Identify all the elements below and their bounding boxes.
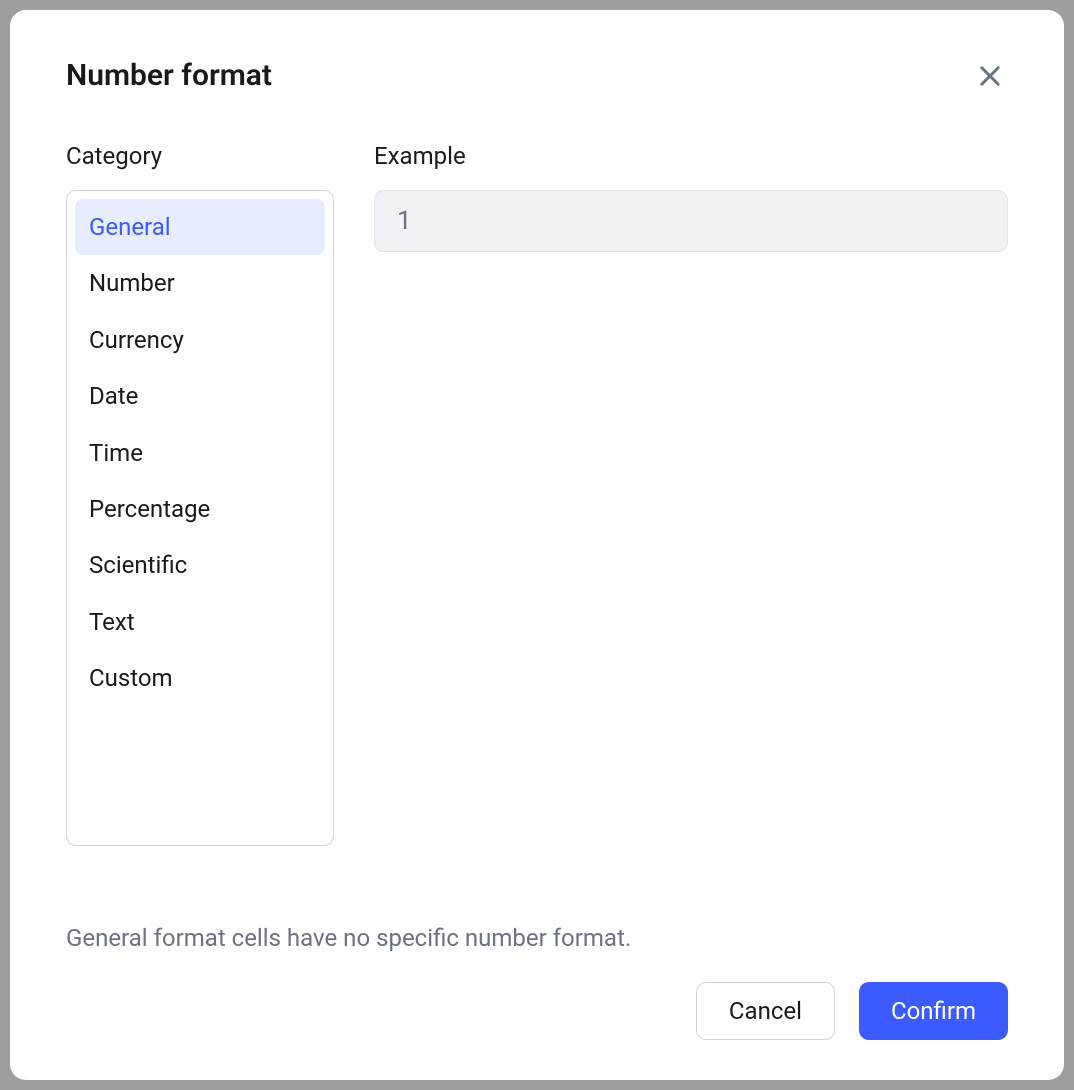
example-value: 1 <box>397 206 412 236</box>
dialog-footer: Cancel Confirm <box>66 982 1008 1040</box>
category-item-general[interactable]: General <box>75 199 325 255</box>
dialog-header: Number format <box>66 58 1008 94</box>
category-item-time[interactable]: Time <box>75 425 325 481</box>
category-item-scientific[interactable]: Scientific <box>75 537 325 593</box>
dialog-title: Number format <box>66 58 272 93</box>
category-item-text[interactable]: Text <box>75 594 325 650</box>
category-item-number[interactable]: Number <box>75 255 325 311</box>
category-item-custom[interactable]: Custom <box>75 650 325 706</box>
category-item-percentage[interactable]: Percentage <box>75 481 325 537</box>
example-field: 1 <box>374 190 1008 252</box>
category-item-date[interactable]: Date <box>75 368 325 424</box>
close-button[interactable] <box>972 58 1008 94</box>
category-label: Category <box>66 142 334 170</box>
example-column: Example 1 <box>374 142 1008 894</box>
category-item-currency[interactable]: Currency <box>75 312 325 368</box>
dialog-body: Category GeneralNumberCurrencyDateTimePe… <box>66 142 1008 894</box>
cancel-button[interactable]: Cancel <box>696 982 835 1040</box>
category-column: Category GeneralNumberCurrencyDateTimePe… <box>66 142 334 894</box>
close-icon <box>976 62 1004 90</box>
example-label: Example <box>374 142 1008 170</box>
number-format-dialog: Number format Category GeneralNumberCurr… <box>10 10 1064 1080</box>
format-description: General format cells have no specific nu… <box>66 924 1008 952</box>
confirm-button[interactable]: Confirm <box>859 982 1008 1040</box>
category-list[interactable]: GeneralNumberCurrencyDateTimePercentageS… <box>66 190 334 846</box>
